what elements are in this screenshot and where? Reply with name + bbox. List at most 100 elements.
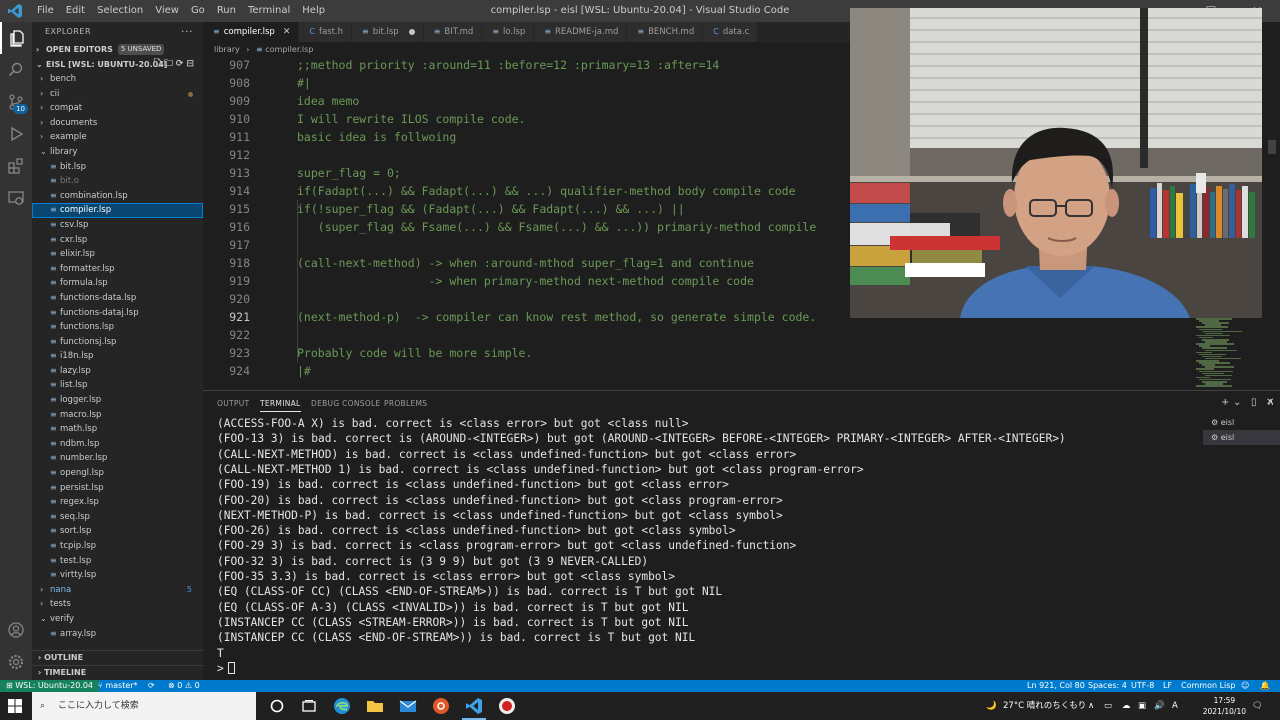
network-icon[interactable]: ▭ [1104, 692, 1112, 720]
editor-scrollbar[interactable] [1268, 140, 1276, 154]
remote-indicator[interactable]: ⊞ WSL: Ubuntu-20.04 [0, 680, 100, 692]
menu-edit[interactable]: Edit [60, 0, 91, 22]
feedback-icon[interactable]: ☺ [1241, 680, 1249, 692]
editor-tab[interactable]: ≡ lo.lsp [482, 22, 535, 42]
weather-text[interactable]: 27°C 晴れのちくもり [1003, 692, 1086, 720]
menu-file[interactable]: File [31, 0, 60, 22]
tree-folder[interactable]: › tests [32, 597, 203, 612]
new-file-folder-refresh-collapse-icons[interactable]: 🗋🗀⟳⊟ [154, 57, 197, 72]
git-app-icon[interactable] [432, 697, 450, 715]
onedrive-icon[interactable]: ☁ [1122, 692, 1131, 720]
terminal-instance-2[interactable]: ⚙ eisl [1203, 430, 1280, 445]
tree-folder[interactable]: › example [32, 130, 203, 145]
tree-file[interactable]: ≡ functions-data.lsp [32, 291, 203, 306]
code-line[interactable]: 922 [203, 326, 1280, 344]
encoding[interactable]: UTF-8 [1131, 680, 1154, 692]
editor-tab[interactable]: ≡ README-ja.md [534, 22, 628, 42]
tree-folder[interactable]: › documents [32, 116, 203, 131]
editor-tab[interactable]: ≡ BENCH.md [627, 22, 704, 42]
terminal-dropdown-icon[interactable]: ⌄ [1233, 397, 1241, 408]
timeline-header[interactable]: › TIMELINE [32, 665, 203, 679]
cortana-icon[interactable] [268, 697, 286, 715]
file-explorer-icon[interactable] [366, 697, 384, 715]
menu-go[interactable]: Go [185, 0, 211, 22]
tree-file[interactable]: ≡ test.lsp [32, 554, 203, 569]
tree-folder[interactable]: ⌄ library [32, 145, 203, 160]
new-terminal-icon[interactable]: + [1221, 397, 1229, 408]
tray-chevron-icon[interactable]: ∧ [1088, 692, 1094, 720]
tree-folder[interactable]: › nana 5 [32, 583, 203, 598]
breadcrumb-folder[interactable]: library [214, 45, 240, 54]
volume-icon[interactable]: 🔊 [1154, 692, 1165, 720]
close-tab-icon[interactable]: ✕ [283, 22, 291, 42]
tree-file[interactable]: ≡ sort.lsp [32, 524, 203, 539]
tree-folder[interactable]: › cii [32, 87, 203, 102]
open-editors-header[interactable]: › OPEN EDITORS 5 UNSAVED [32, 42, 203, 57]
editor-tab[interactable]: Cdata.c [703, 22, 759, 42]
explorer-icon[interactable] [0, 22, 32, 54]
tree-file[interactable]: ≡ functionsj.lsp [32, 335, 203, 350]
end-of-line[interactable]: LF [1163, 680, 1172, 692]
run-debug-icon[interactable] [0, 118, 32, 150]
tab-problems[interactable]: PROBLEMS [384, 399, 427, 408]
weather-icon[interactable]: 🌙 [986, 692, 997, 720]
vscode-taskbar-icon[interactable] [465, 697, 483, 715]
terminal-prompt[interactable]: > [217, 661, 235, 676]
more-actions-icon[interactable]: ··· [181, 22, 193, 42]
tree-file[interactable]: ≡ tcpip.lsp [32, 539, 203, 554]
taskbar-search-box[interactable]: ⌕ ここに入力して検索 [32, 692, 256, 720]
tree-file[interactable]: ≡ ndbm.lsp [32, 437, 203, 452]
tree-file[interactable]: ≡ array.lsp [32, 627, 203, 642]
accounts-icon[interactable] [0, 614, 32, 646]
source-control-icon[interactable]: 10 [0, 86, 32, 118]
tree-file[interactable]: ≡ logger.lsp [32, 393, 203, 408]
problems-indicator[interactable]: ⊗ 0 ⚠ 0 [168, 680, 200, 692]
tree-file[interactable]: ≡ seq.lsp [32, 510, 203, 525]
language-mode[interactable]: Common Lisp [1181, 680, 1236, 692]
indentation[interactable]: Spaces: 4 [1088, 680, 1127, 692]
tree-file[interactable]: ≡ number.lsp [32, 451, 203, 466]
menu-selection[interactable]: Selection [91, 0, 149, 22]
code-line[interactable]: 924 |# [203, 362, 1280, 380]
mail-icon[interactable] [399, 697, 417, 715]
windows-start-icon[interactable] [8, 699, 22, 713]
cursor-position[interactable]: Ln 921, Col 80 [1027, 680, 1085, 692]
manage-gear-icon[interactable] [0, 646, 32, 678]
breadcrumb-file[interactable]: compiler.lsp [265, 45, 313, 54]
workspace-header[interactable]: ⌄ EISL [WSL: UBUNTU-20.04] 🗋🗀⟳⊟ [32, 57, 203, 72]
taskbar-clock[interactable]: 17:59 2021/10/10 [1203, 695, 1246, 717]
editor-tab[interactable]: ≡ compiler.lsp ✕ [203, 22, 300, 42]
tree-file[interactable]: ≡ formula.lsp [32, 276, 203, 291]
tree-folder[interactable]: ⌄ verify [32, 612, 203, 627]
tree-file[interactable]: ≡ macro.lsp [32, 408, 203, 423]
menu-terminal[interactable]: Terminal [242, 0, 296, 22]
tree-file[interactable]: ≡ compiler.lsp [32, 203, 203, 218]
editor-tab[interactable]: Cfast.h [299, 22, 353, 42]
tree-file[interactable]: ≡ persist.lsp [32, 481, 203, 496]
notifications-bell-icon[interactable]: 🔔 [1260, 680, 1270, 692]
tree-file[interactable]: ≡ functions-dataj.lsp [32, 306, 203, 321]
terminal-instance-1[interactable]: ⚙ eisl [1203, 415, 1280, 430]
search-icon[interactable] [0, 54, 32, 86]
ime-indicator[interactable]: A [1172, 692, 1178, 720]
editor-tab[interactable]: ≡ BIT.md [423, 22, 483, 42]
tree-file[interactable]: ≡ bit.o [32, 174, 203, 189]
notification-center-icon[interactable]: 🗨 [1252, 692, 1263, 720]
tree-file[interactable]: ≡ combination.lsp [32, 189, 203, 204]
tree-file[interactable]: ≡ regex.lsp [32, 495, 203, 510]
tree-file[interactable]: ≡ csv.lsp [32, 218, 203, 233]
task-view-icon[interactable] [300, 697, 318, 715]
tree-file[interactable]: ≡ bit.lsp [32, 160, 203, 175]
branch-indicator[interactable]: ⑂ master* [98, 680, 138, 692]
menu-view[interactable]: View [149, 0, 185, 22]
tab-terminal[interactable]: TERMINAL [260, 399, 301, 412]
unsaved-dot-icon[interactable] [408, 29, 415, 35]
editor-tab[interactable]: ≡ bit.lsp [352, 22, 424, 42]
remote-explorer-icon[interactable] [0, 182, 32, 214]
tree-file[interactable]: ≡ opengl.lsp [32, 466, 203, 481]
tree-folder[interactable]: › compat [32, 101, 203, 116]
record-app-icon[interactable] [498, 697, 516, 715]
close-panel-icon[interactable]: ✕ [1266, 397, 1274, 408]
tree-file[interactable]: ≡ cxr.lsp [32, 233, 203, 248]
tree-file[interactable]: ≡ i18n.lsp [32, 349, 203, 364]
